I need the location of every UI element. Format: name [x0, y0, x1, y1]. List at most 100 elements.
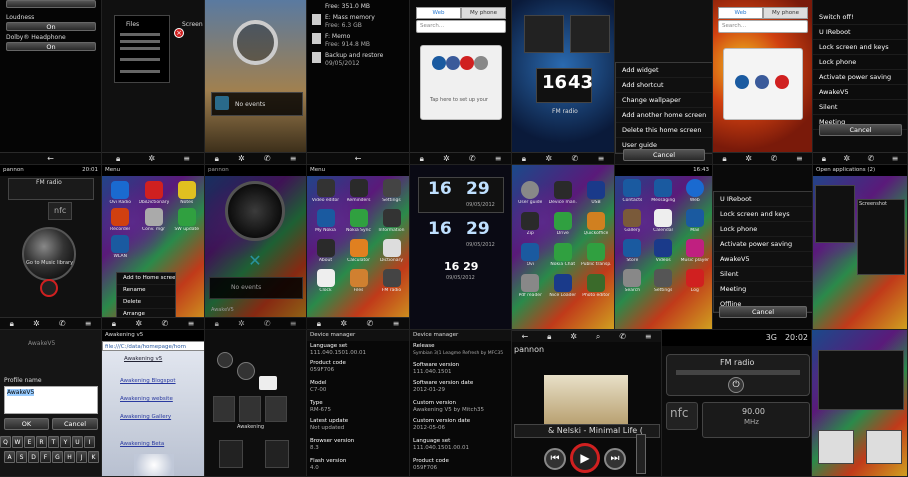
app-video-editor[interactable]: Video editor	[311, 179, 340, 203]
close-icon[interactable]: ×	[174, 28, 184, 38]
back-arrow-icon[interactable]: ←	[47, 153, 54, 165]
menu-icon[interactable]: ≡	[188, 318, 195, 330]
key-t[interactable]: T	[48, 436, 59, 448]
tab-my-phone[interactable]: My phone	[763, 7, 808, 19]
lock-icon[interactable]: 🔒︎	[722, 153, 726, 165]
lock-icon[interactable]: 🔒︎	[215, 153, 219, 165]
clock-widget[interactable]	[233, 20, 278, 65]
lock-icon[interactable]: 🔒︎	[215, 318, 219, 330]
contacts-card-icon[interactable]	[259, 376, 277, 390]
menu-item-add-widget[interactable]: Add widget	[616, 63, 712, 78]
backup-title[interactable]: Backup and restore	[325, 52, 383, 59]
menu-icon[interactable]: ≡	[290, 318, 297, 330]
app-nice-loader[interactable]: Nice Loader	[549, 274, 578, 298]
app-about[interactable]: About	[311, 239, 340, 263]
tab-my-phone[interactable]: My phone	[461, 7, 506, 19]
next-icon[interactable]: ⏭	[604, 448, 626, 470]
menu-icon[interactable]: ≡	[85, 318, 92, 330]
phone-icon[interactable]: ✆	[571, 153, 578, 165]
menu-item-meeting[interactable]: Meeting	[714, 282, 812, 297]
key-u[interactable]: U	[72, 436, 83, 448]
email-icon[interactable]	[775, 75, 789, 89]
gear-icon[interactable]: ✲	[545, 153, 552, 165]
menu-item-add-home-screen[interactable]: Add another home screen	[616, 108, 712, 123]
app-notes[interactable]: Notes	[173, 181, 202, 205]
clock-widget[interactable]	[225, 181, 285, 241]
album-art[interactable]	[544, 375, 628, 425]
facebook-icon[interactable]	[446, 56, 460, 70]
key-a[interactable]: A	[4, 451, 15, 463]
mem2-title[interactable]: E: Mass memory	[325, 14, 375, 21]
cancel-button[interactable]: Cancel	[819, 124, 902, 136]
gear-icon[interactable]: ✲	[33, 318, 40, 330]
menu-item-rename[interactable]: Rename	[117, 285, 175, 297]
key-y[interactable]: Y	[60, 436, 71, 448]
app-information[interactable]: Information	[377, 209, 406, 233]
phone-icon[interactable]: ✆	[264, 318, 271, 330]
menu-icon[interactable]: ≡	[645, 331, 652, 343]
app-contacts[interactable]: Contacts	[619, 179, 646, 203]
app-gallery[interactable]: Gallery	[619, 209, 646, 233]
app-web[interactable]: Web	[681, 179, 709, 203]
ok-button[interactable]: OK	[4, 418, 49, 430]
menu-item-power-saving[interactable]: Activate power saving	[714, 237, 812, 252]
contacts-widget[interactable]	[524, 15, 564, 53]
contact-tile-5[interactable]	[265, 440, 289, 468]
key-q[interactable]: Q	[0, 436, 11, 448]
link-2[interactable]: Awakening Blogspot	[120, 378, 176, 384]
gear-icon[interactable]: ✲	[570, 331, 577, 343]
file-row[interactable]	[120, 47, 160, 50]
cancel-button[interactable]: Cancel	[623, 149, 705, 161]
contact-tile-2[interactable]	[866, 430, 902, 464]
email-icon[interactable]	[460, 56, 474, 70]
back-arrow-icon[interactable]: ←	[521, 331, 528, 343]
menu-icon[interactable]: ≡	[796, 153, 803, 165]
link-3[interactable]: Awakening website	[120, 396, 173, 402]
tab-web[interactable]: Web	[416, 7, 461, 19]
app-drive[interactable]: Drive	[549, 212, 578, 236]
key-f[interactable]: F	[40, 451, 51, 463]
gear-icon[interactable]: ✲	[340, 318, 347, 330]
app-quickoffice[interactable]: Quickoffice	[581, 212, 611, 236]
app-recorder[interactable]: Recorder	[106, 208, 135, 232]
menu-item-delete[interactable]: Delete	[117, 297, 175, 309]
contact-tile-4[interactable]	[219, 440, 243, 468]
mem3-title[interactable]: F: Memo	[325, 33, 350, 40]
gear-icon[interactable]: ✲	[148, 153, 155, 165]
prev-icon[interactable]: ⏮	[544, 448, 566, 470]
search-input[interactable]: Search...	[718, 20, 808, 33]
app-settings[interactable]: Settings	[377, 179, 406, 203]
app-wlan[interactable]: WLAN	[106, 235, 135, 259]
top-toggle[interactable]	[6, 0, 96, 8]
menu-item-lock-phone[interactable]: Lock phone	[813, 55, 907, 70]
profile-name-field[interactable]: AwakeV5	[4, 386, 98, 414]
play-icon[interactable]	[40, 279, 58, 297]
cancel-button[interactable]: Cancel	[719, 306, 807, 318]
phone-icon[interactable]: ✆	[771, 153, 778, 165]
app-ovi-radio[interactable]: Ovi Radio	[106, 181, 135, 205]
contact-tile-3[interactable]	[265, 396, 287, 422]
menu-icon[interactable]: ≡	[892, 153, 899, 165]
app-calculator[interactable]: Calculator	[344, 239, 373, 263]
contact-tile-1[interactable]	[818, 430, 854, 464]
lock-icon[interactable]: 🔒︎	[116, 153, 120, 165]
key-r[interactable]: R	[36, 436, 47, 448]
app-card-1[interactable]	[815, 185, 855, 243]
contact-tile-2[interactable]	[239, 396, 261, 422]
key-d[interactable]: D	[28, 451, 39, 463]
menu-icon[interactable]: ≡	[495, 153, 502, 165]
nokia-icon[interactable]	[735, 75, 749, 89]
app-reminders[interactable]: Reminders	[344, 179, 373, 203]
app-search[interactable]: Search	[619, 269, 646, 293]
app-pdf-reader[interactable]: Pdf reader	[516, 274, 545, 298]
menu-item-add-home[interactable]: Add to Home screen	[117, 273, 175, 285]
speaker-icon[interactable]	[22, 227, 76, 281]
app-card-screenshot[interactable]	[857, 199, 905, 275]
phone-icon[interactable]: ✆	[867, 153, 874, 165]
power-icon[interactable]: ⏻	[728, 377, 744, 393]
nokia-icon[interactable]	[432, 56, 446, 70]
dolby-toggle[interactable]: On	[6, 42, 96, 51]
lock-icon[interactable]: 🔒︎	[317, 318, 321, 330]
app-videos[interactable]: Videos	[650, 239, 677, 263]
app-ovi[interactable]: Ovi	[516, 243, 545, 267]
